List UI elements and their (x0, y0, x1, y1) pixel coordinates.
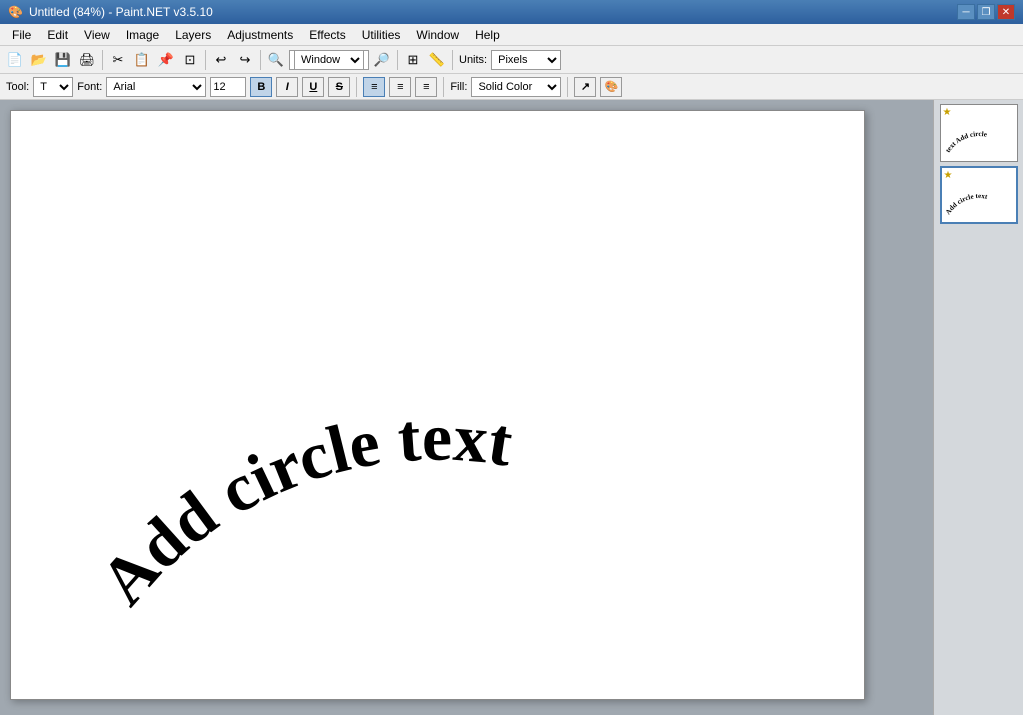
font-label: Font: (77, 81, 102, 93)
thumbnail-1[interactable]: ★ text Add circle (940, 104, 1018, 162)
menu-utilities[interactable]: Utilities (354, 24, 409, 46)
toolbar: 📄 📂 💾 🖨 ✂ 📋 📌 ⊡ ↩ ↪ 🔍 Window 50% 84% 100… (0, 46, 1023, 74)
new-button[interactable]: 📄 (4, 49, 26, 71)
menu-layers[interactable]: Layers (167, 24, 219, 46)
curve-options-button[interactable]: ↗ (574, 77, 596, 97)
right-panel: ★ text Add circle ★ Add circle text (933, 100, 1023, 715)
strikethrough-button[interactable]: S (328, 77, 350, 97)
zoom-select[interactable]: Window 50% 84% 100% (294, 50, 364, 70)
copy-button[interactable]: 📋 (131, 49, 153, 71)
menu-window[interactable]: Window (408, 24, 467, 46)
sep2 (205, 50, 206, 70)
bold-button[interactable]: B (250, 77, 272, 97)
print-button[interactable]: 🖨 (76, 49, 98, 71)
title-bar: 🎨 Untitled (84%) - Paint.NET v3.5.10 ─ ❐… (0, 0, 1023, 24)
crop-button[interactable]: ⊡ (179, 49, 201, 71)
underline-button[interactable]: U (302, 77, 324, 97)
tool-options-bar: Tool: T Font: Arial Times New Roman B I … (0, 74, 1023, 100)
canvas-area: Add circle text (0, 100, 933, 715)
menu-image[interactable]: Image (118, 24, 167, 46)
canvas-content[interactable]: Add circle text (11, 111, 864, 699)
grid-button[interactable]: ⊞ (402, 49, 424, 71)
thumb2-star: ★ (944, 170, 953, 181)
color-button[interactable]: 🎨 (600, 77, 622, 97)
sep-font (356, 77, 357, 97)
rulers-button[interactable]: 📏 (426, 49, 448, 71)
paste-button[interactable]: 📌 (155, 49, 177, 71)
minimize-button[interactable]: ─ (957, 4, 975, 20)
menu-edit[interactable]: Edit (39, 24, 76, 46)
restore-button[interactable]: ❐ (977, 4, 995, 20)
canvas-wrapper: Add circle text (10, 110, 865, 700)
tool-select[interactable]: T (33, 77, 73, 97)
undo-button[interactable]: ↩ (210, 49, 232, 71)
zoom-out-button[interactable]: 🔍 (265, 49, 287, 71)
thumb2-preview: Add circle text (944, 170, 1014, 220)
fill-label: Fill: (450, 81, 467, 93)
tool-label: Tool: (6, 81, 29, 93)
align-center-button[interactable]: ≡ (389, 77, 411, 97)
align-left-button[interactable]: ≡ (363, 77, 385, 97)
sep-fill (567, 77, 568, 97)
font-size-input[interactable] (210, 77, 246, 97)
zoom-in-button[interactable]: 🔎 (371, 49, 393, 71)
main-area: Add circle text ★ text Add circle ★ (0, 100, 1023, 715)
menu-adjustments[interactable]: Adjustments (219, 24, 301, 46)
svg-text:Add circle text: Add circle text (944, 192, 989, 216)
menu-view[interactable]: View (76, 24, 118, 46)
fill-select[interactable]: Solid Color Gradient No Fill (471, 77, 561, 97)
units-select[interactable]: Pixels Inches Centimeters (491, 50, 561, 70)
save-button[interactable]: 💾 (52, 49, 74, 71)
window-controls: ─ ❐ ✕ (957, 4, 1015, 20)
svg-text:text Add circle: text Add circle (944, 130, 988, 154)
svg-text:Add circle text: Add circle text (86, 400, 518, 619)
close-button[interactable]: ✕ (997, 4, 1015, 20)
menu-effects[interactable]: Effects (301, 24, 353, 46)
italic-button[interactable]: I (276, 77, 298, 97)
sep4 (397, 50, 398, 70)
menu-file[interactable]: File (4, 24, 39, 46)
cut-button[interactable]: ✂ (107, 49, 129, 71)
sep5 (452, 50, 453, 70)
app-icon: 🎨 (8, 5, 23, 19)
canvas-svg: Add circle text (11, 111, 864, 699)
align-right-button[interactable]: ≡ (415, 77, 437, 97)
thumb1-star: ★ (943, 107, 952, 118)
thumbnail-2[interactable]: ★ Add circle text (940, 166, 1018, 224)
font-select[interactable]: Arial Times New Roman (106, 77, 206, 97)
sep1 (102, 50, 103, 70)
sep-align (443, 77, 444, 97)
units-label: Units: (459, 54, 487, 66)
redo-button[interactable]: ↪ (234, 49, 256, 71)
menu-help[interactable]: Help (467, 24, 508, 46)
thumb1-preview: text Add circle (944, 108, 1014, 158)
sep3 (260, 50, 261, 70)
open-button[interactable]: 📂 (28, 49, 50, 71)
window-title: Untitled (84%) - Paint.NET v3.5.10 (29, 5, 213, 19)
menu-bar: File Edit View Image Layers Adjustments … (0, 24, 1023, 46)
zoom-display: Window 50% 84% 100% (289, 50, 369, 70)
